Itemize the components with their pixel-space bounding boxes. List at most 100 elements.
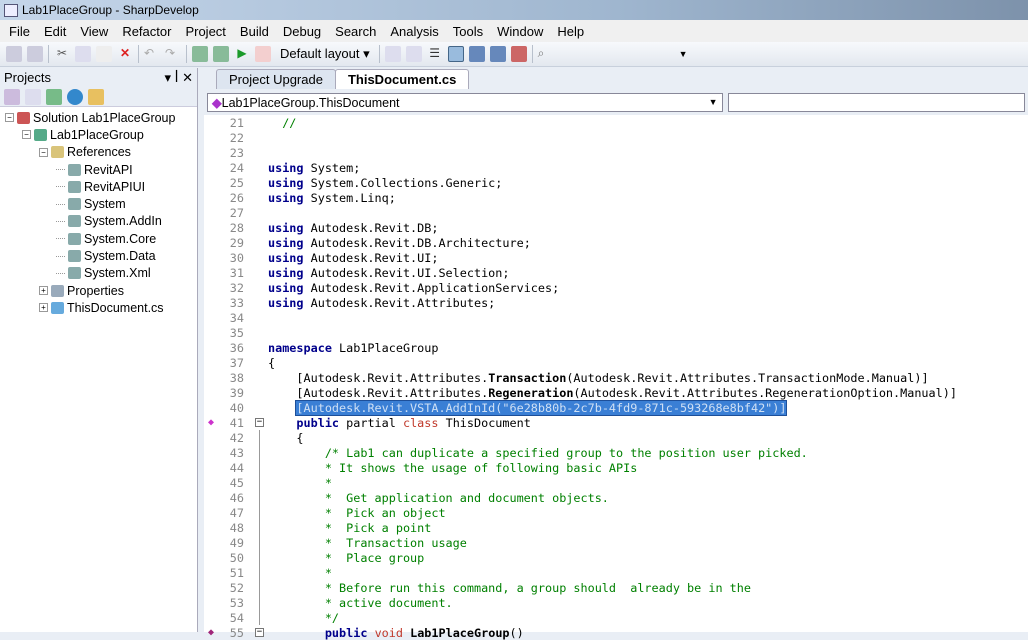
tab-thisdocument-cs[interactable]: ThisDocument.cs bbox=[335, 69, 469, 89]
fold-gutter bbox=[248, 265, 268, 280]
menu-analysis[interactable]: Analysis bbox=[383, 24, 445, 39]
tree-node[interactable]: RevitAPIUI bbox=[0, 178, 197, 195]
code-line: 47 * Pick an object bbox=[204, 505, 1028, 520]
node-icon bbox=[68, 198, 81, 210]
code-token: ThisDocument bbox=[438, 416, 530, 430]
tree-node[interactable]: −Lab1PlaceGroup bbox=[0, 126, 197, 143]
code-text: using Autodesk.Revit.UI.Selection; bbox=[268, 266, 509, 280]
code-line: 25using System.Collections.Generic; bbox=[204, 175, 1028, 190]
tree-node-label: Properties bbox=[67, 284, 124, 298]
menu-file[interactable]: File bbox=[2, 24, 37, 39]
projects-toolbar bbox=[0, 87, 197, 107]
code-text: { bbox=[268, 356, 275, 370]
code-token: */ bbox=[268, 611, 339, 625]
node-icon bbox=[68, 164, 81, 176]
cut-icon[interactable]: ✂ bbox=[54, 46, 70, 62]
code-editor[interactable]: 21 //222324using System;25using System.C… bbox=[204, 115, 1028, 640]
build-icon[interactable] bbox=[192, 46, 208, 62]
toolbar-overflow-icon[interactable]: ▼ bbox=[679, 49, 688, 59]
refresh-icon[interactable] bbox=[46, 89, 62, 105]
code-token bbox=[268, 626, 325, 640]
code-token: Lab1PlaceGroup bbox=[410, 626, 509, 640]
tree-node[interactable]: + Properties bbox=[0, 282, 197, 299]
menu-build[interactable]: Build bbox=[233, 24, 276, 39]
rebuild-icon[interactable] bbox=[213, 46, 229, 62]
save-all-icon[interactable] bbox=[27, 46, 43, 62]
code-line: 54 */ bbox=[204, 610, 1028, 625]
window-icon[interactable] bbox=[448, 46, 464, 62]
nav-back-icon[interactable] bbox=[385, 46, 401, 62]
line-number: 44 bbox=[204, 461, 248, 475]
bookmark-icon[interactable] bbox=[469, 46, 485, 62]
menu-search[interactable]: Search bbox=[328, 24, 383, 39]
bookmark-next-icon[interactable] bbox=[490, 46, 506, 62]
tree-node[interactable]: −Solution Lab1PlaceGroup bbox=[0, 109, 197, 126]
expander-icon[interactable]: + bbox=[39, 303, 48, 312]
tree-node[interactable]: −References bbox=[0, 144, 197, 161]
tree-node[interactable]: RevitAPI bbox=[0, 161, 197, 178]
projects-header: Projects ▾ ꟾ ✕ bbox=[0, 68, 197, 87]
tree-node[interactable]: System.Core bbox=[0, 230, 197, 247]
menu-help[interactable]: Help bbox=[550, 24, 591, 39]
fold-toggle[interactable]: − bbox=[248, 415, 268, 430]
indent-icon[interactable]: ☰ bbox=[427, 46, 443, 62]
run-icon[interactable]: ▶ bbox=[234, 46, 250, 62]
menu-refactor[interactable]: Refactor bbox=[115, 24, 178, 39]
tree-line bbox=[56, 273, 65, 274]
copy-icon[interactable] bbox=[75, 46, 91, 62]
tree-line bbox=[56, 256, 65, 257]
layout-dropdown[interactable]: Default layout ▾ bbox=[276, 46, 374, 62]
menu-view[interactable]: View bbox=[73, 24, 115, 39]
stop-icon[interactable] bbox=[255, 46, 271, 62]
code-token: partial bbox=[339, 416, 403, 430]
class-dropdown[interactable]: ◆Lab1PlaceGroup.ThisDocument ▼ bbox=[207, 93, 723, 112]
fold-gutter bbox=[248, 115, 268, 130]
tree-node[interactable]: System bbox=[0, 195, 197, 212]
expander-icon[interactable]: − bbox=[22, 130, 31, 139]
panel-controls[interactable]: ▾ ꟾ ✕ bbox=[165, 70, 193, 86]
expander-icon[interactable]: − bbox=[5, 113, 14, 122]
collapse-icon[interactable] bbox=[67, 89, 83, 105]
delete-icon[interactable]: ✕ bbox=[117, 46, 133, 62]
line-number: 24 bbox=[204, 161, 248, 175]
member-dropdown[interactable] bbox=[728, 93, 1025, 112]
code-line: 46 * Get application and document object… bbox=[204, 490, 1028, 505]
code-token: () bbox=[510, 626, 524, 640]
menu-debug[interactable]: Debug bbox=[276, 24, 328, 39]
undo-icon[interactable]: ↶ bbox=[144, 46, 160, 62]
tree-node[interactable]: System.AddIn bbox=[0, 213, 197, 230]
paste-icon[interactable] bbox=[96, 46, 112, 62]
tree-line bbox=[56, 238, 65, 239]
properties-icon[interactable] bbox=[4, 89, 20, 105]
code-token: * Transaction usage bbox=[268, 536, 467, 550]
code-token: Autodesk.Revit.UI; bbox=[304, 251, 439, 265]
save-icon[interactable] bbox=[6, 46, 22, 62]
fold-gutter bbox=[248, 580, 268, 595]
menu-edit[interactable]: Edit bbox=[37, 24, 73, 39]
tree-node[interactable]: System.Data bbox=[0, 247, 197, 264]
open-folder-icon[interactable] bbox=[88, 89, 104, 105]
tree-node[interactable]: +ThisDocument.cs bbox=[0, 299, 197, 316]
code-token: namespace bbox=[268, 341, 332, 355]
tree-node[interactable]: System.Xml bbox=[0, 265, 197, 282]
code-token: /* Lab1 can duplicate a specified group … bbox=[268, 446, 808, 460]
menu-window[interactable]: Window bbox=[490, 24, 550, 39]
nav-forward-icon[interactable] bbox=[406, 46, 422, 62]
chevron-down-icon: ▼ bbox=[709, 97, 718, 107]
show-all-icon[interactable] bbox=[25, 89, 41, 105]
expander-icon[interactable]: + bbox=[39, 286, 48, 295]
menu-tools[interactable]: Tools bbox=[446, 24, 490, 39]
bookmark-clear-icon[interactable] bbox=[511, 46, 527, 62]
smart-tag-icon[interactable]: ◆ bbox=[208, 417, 222, 429]
menu-project[interactable]: Project bbox=[178, 24, 232, 39]
tab-project-upgrade[interactable]: Project Upgrade bbox=[216, 69, 336, 89]
find-icon[interactable]: ⌕ bbox=[538, 46, 554, 62]
fold-gutter bbox=[248, 565, 268, 580]
expander-icon[interactable]: − bbox=[39, 148, 48, 157]
code-line: 29using Autodesk.Revit.DB.Architecture; bbox=[204, 235, 1028, 250]
separator bbox=[532, 45, 533, 63]
fold-toggle[interactable]: − bbox=[248, 625, 268, 640]
line-number: 51 bbox=[204, 566, 248, 580]
redo-icon[interactable]: ↷ bbox=[165, 46, 181, 62]
code-text: using System; bbox=[268, 161, 360, 175]
